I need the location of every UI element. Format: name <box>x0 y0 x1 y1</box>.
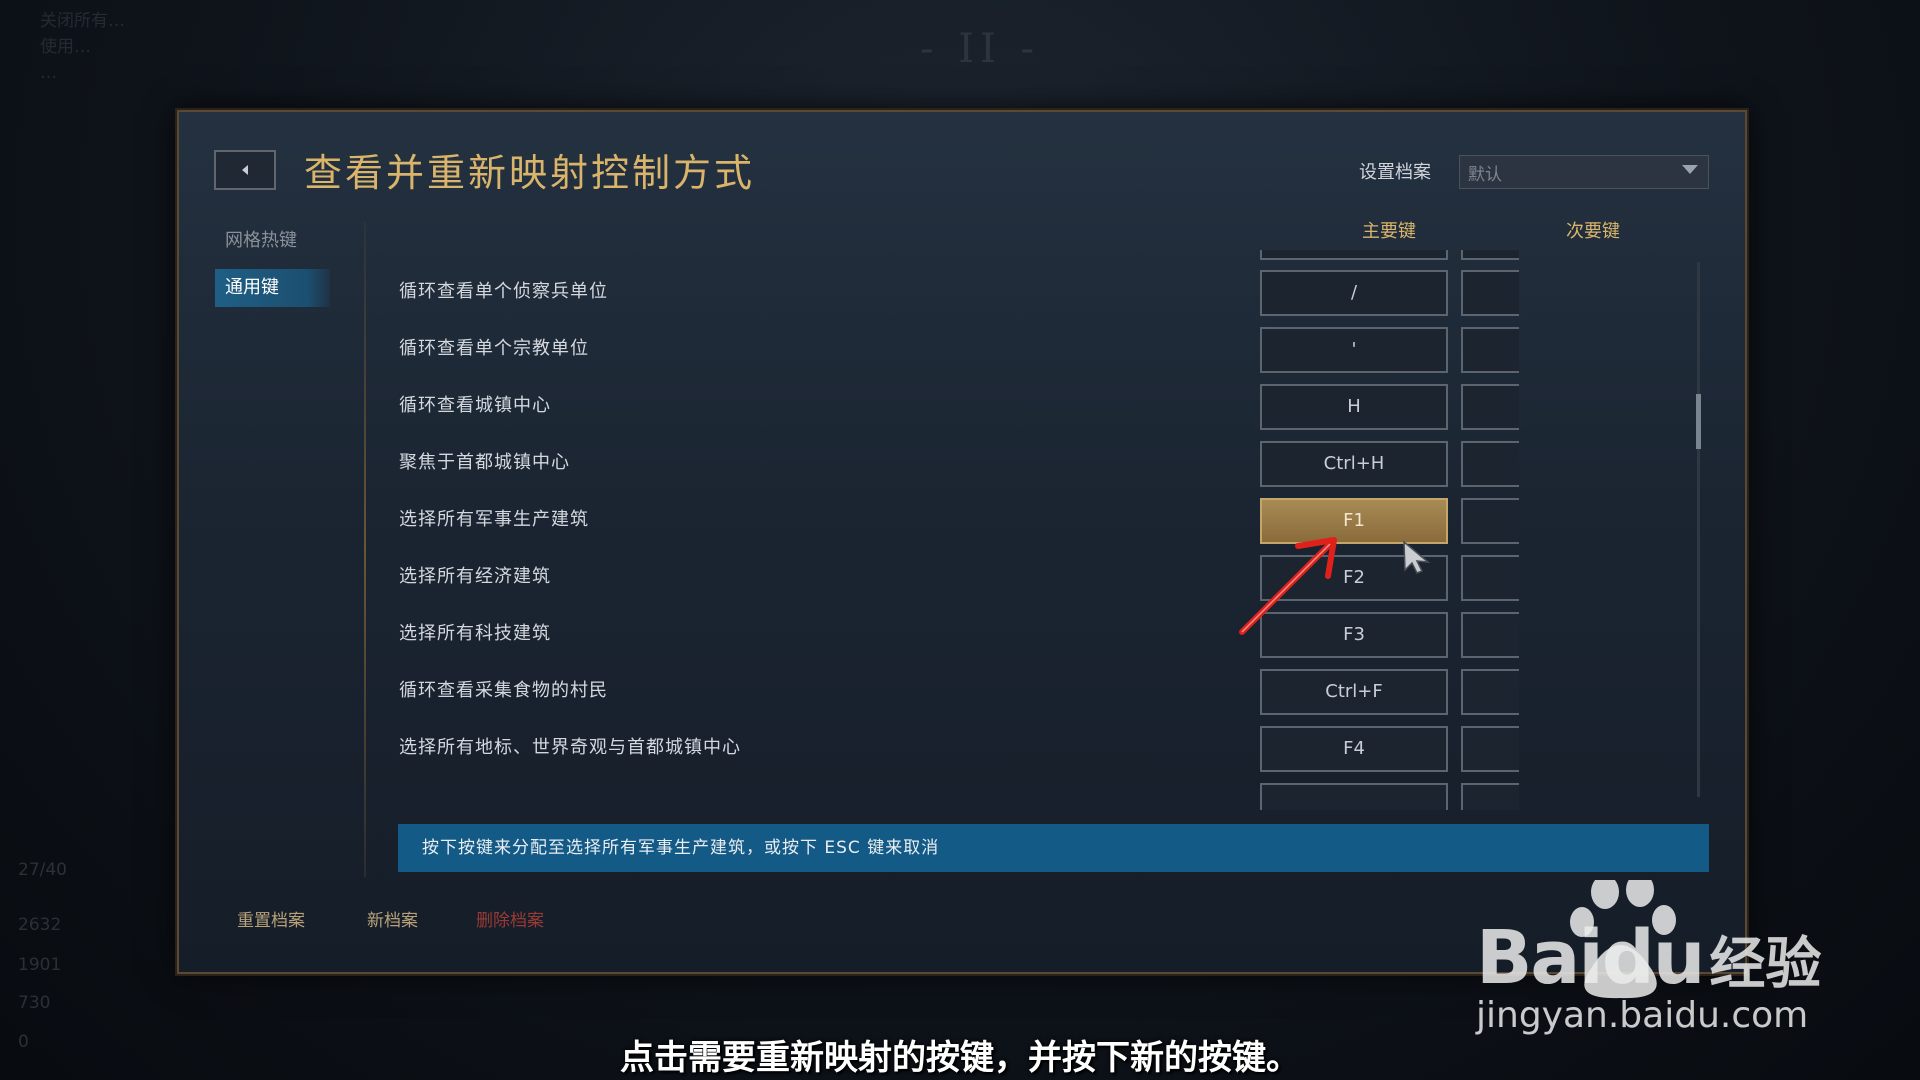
action-label: 选择所有军事生产建筑 <box>399 509 589 530</box>
action-label: 聚焦于首都城镇中心 <box>399 452 570 473</box>
background-resource: 730 <box>18 993 51 1013</box>
watermark-brand: Baidu 经验 <box>1476 915 1822 1001</box>
list-item <box>399 250 1519 271</box>
background-resource: 2632 <box>18 915 62 935</box>
delete-profile-button[interactable]: 删除档案 <box>476 906 544 931</box>
primary-key-button[interactable]: Ctrl+F <box>1260 669 1448 715</box>
page-title: 查看并重新映射控制方式 <box>304 151 756 195</box>
list-item: 选择所有军事生产建筑 F1 空 <box>399 498 1519 555</box>
action-label: 选择所有科技建筑 <box>399 623 551 644</box>
primary-key-button[interactable] <box>1260 250 1448 260</box>
profile-label: 设置档案 <box>1359 162 1431 183</box>
background-hud-text: 关闭所有… 使用… … <box>40 11 125 83</box>
list-item: 选择所有地标、世界奇观与首都城镇中心 F4 空 <box>399 726 1519 783</box>
secondary-key-button[interactable]: 空 <box>1461 555 1519 601</box>
mouse-cursor-icon <box>1403 540 1431 574</box>
tab-grid-hotkeys[interactable]: 网格热键 <box>215 222 330 260</box>
list-item: 选择所有经济建筑 F2 空 <box>399 555 1519 612</box>
action-label: 选择所有地标、世界奇观与首都城镇中心 <box>399 737 741 758</box>
chevron-down-icon <box>1682 165 1698 174</box>
back-button[interactable] <box>214 150 276 190</box>
primary-key-button[interactable]: F4 <box>1260 726 1448 772</box>
red-arrow-icon <box>1239 537 1337 635</box>
list-item: 循环查看采集食物的村民 Ctrl+F 空 <box>399 669 1519 726</box>
action-label: 循环查看采集食物的村民 <box>399 680 608 701</box>
action-label: 循环查看城镇中心 <box>399 395 551 416</box>
reset-profile-button[interactable]: 重置档案 <box>237 906 305 931</box>
list-item: 循环查看单个宗教单位 ' 空 <box>399 327 1519 384</box>
keybinding-list: 循环查看单个侦察兵单位 / 空 循环查看单个宗教单位 ' 空 循环查看城镇中心 … <box>399 250 1519 810</box>
video-subtitle: 点击需要重新映射的按键，并按下新的按键。 <box>620 1038 1300 1078</box>
list-item <box>399 783 1519 810</box>
background-resource: 1901 <box>18 955 62 975</box>
secondary-key-button[interactable]: 空 <box>1461 384 1519 430</box>
remap-controls-dialog: 查看并重新映射控制方式 设置档案 默认 网格热键 通用键 主要键 次要键 循环查… <box>177 110 1747 974</box>
primary-key-button[interactable]: H <box>1260 384 1448 430</box>
list-item: 循环查看城镇中心 H 空 <box>399 384 1519 441</box>
secondary-key-button[interactable]: 空 <box>1461 441 1519 487</box>
new-profile-button[interactable]: 新档案 <box>367 906 418 931</box>
scrollbar-track[interactable] <box>1697 262 1700 797</box>
primary-key-button[interactable] <box>1260 783 1448 810</box>
secondary-key-button[interactable]: 空 <box>1461 327 1519 373</box>
secondary-key-button[interactable]: 空 <box>1461 270 1519 316</box>
chevron-left-icon <box>242 165 248 175</box>
list-item: 聚焦于首都城镇中心 Ctrl+H 空 <box>399 441 1519 498</box>
secondary-key-button[interactable] <box>1461 783 1519 810</box>
tab-general-keys[interactable]: 通用键 <box>215 269 330 307</box>
status-message: 按下按键来分配至选择所有军事生产建筑，或按下 ESC 键来取消 <box>398 824 1709 872</box>
action-label: 循环查看单个侦察兵单位 <box>399 281 608 302</box>
list-item: 选择所有科技建筑 F3 空 <box>399 612 1519 669</box>
column-header-primary: 主要键 <box>1362 221 1416 242</box>
divider <box>364 222 366 877</box>
list-item: 循环查看单个侦察兵单位 / 空 <box>399 270 1519 327</box>
action-label: 选择所有经济建筑 <box>399 566 551 587</box>
background-roman-numeral: - II - <box>920 26 1041 72</box>
primary-key-button[interactable]: / <box>1260 270 1448 316</box>
background-resource: 27/40 <box>18 860 67 880</box>
secondary-key-button[interactable]: 空 <box>1461 498 1519 544</box>
primary-key-button[interactable]: Ctrl+H <box>1260 441 1448 487</box>
secondary-key-button[interactable] <box>1461 250 1519 260</box>
primary-key-button[interactable]: ' <box>1260 327 1448 373</box>
profile-value: 默认 <box>1468 165 1502 185</box>
secondary-key-button[interactable]: 空 <box>1461 669 1519 715</box>
scrollbar-thumb[interactable] <box>1696 394 1701 449</box>
secondary-key-button[interactable]: 空 <box>1461 612 1519 658</box>
column-header-secondary: 次要键 <box>1566 221 1620 242</box>
secondary-key-button[interactable]: 空 <box>1461 726 1519 772</box>
action-label: 循环查看单个宗教单位 <box>399 338 589 359</box>
profile-dropdown[interactable]: 默认 <box>1459 155 1709 189</box>
